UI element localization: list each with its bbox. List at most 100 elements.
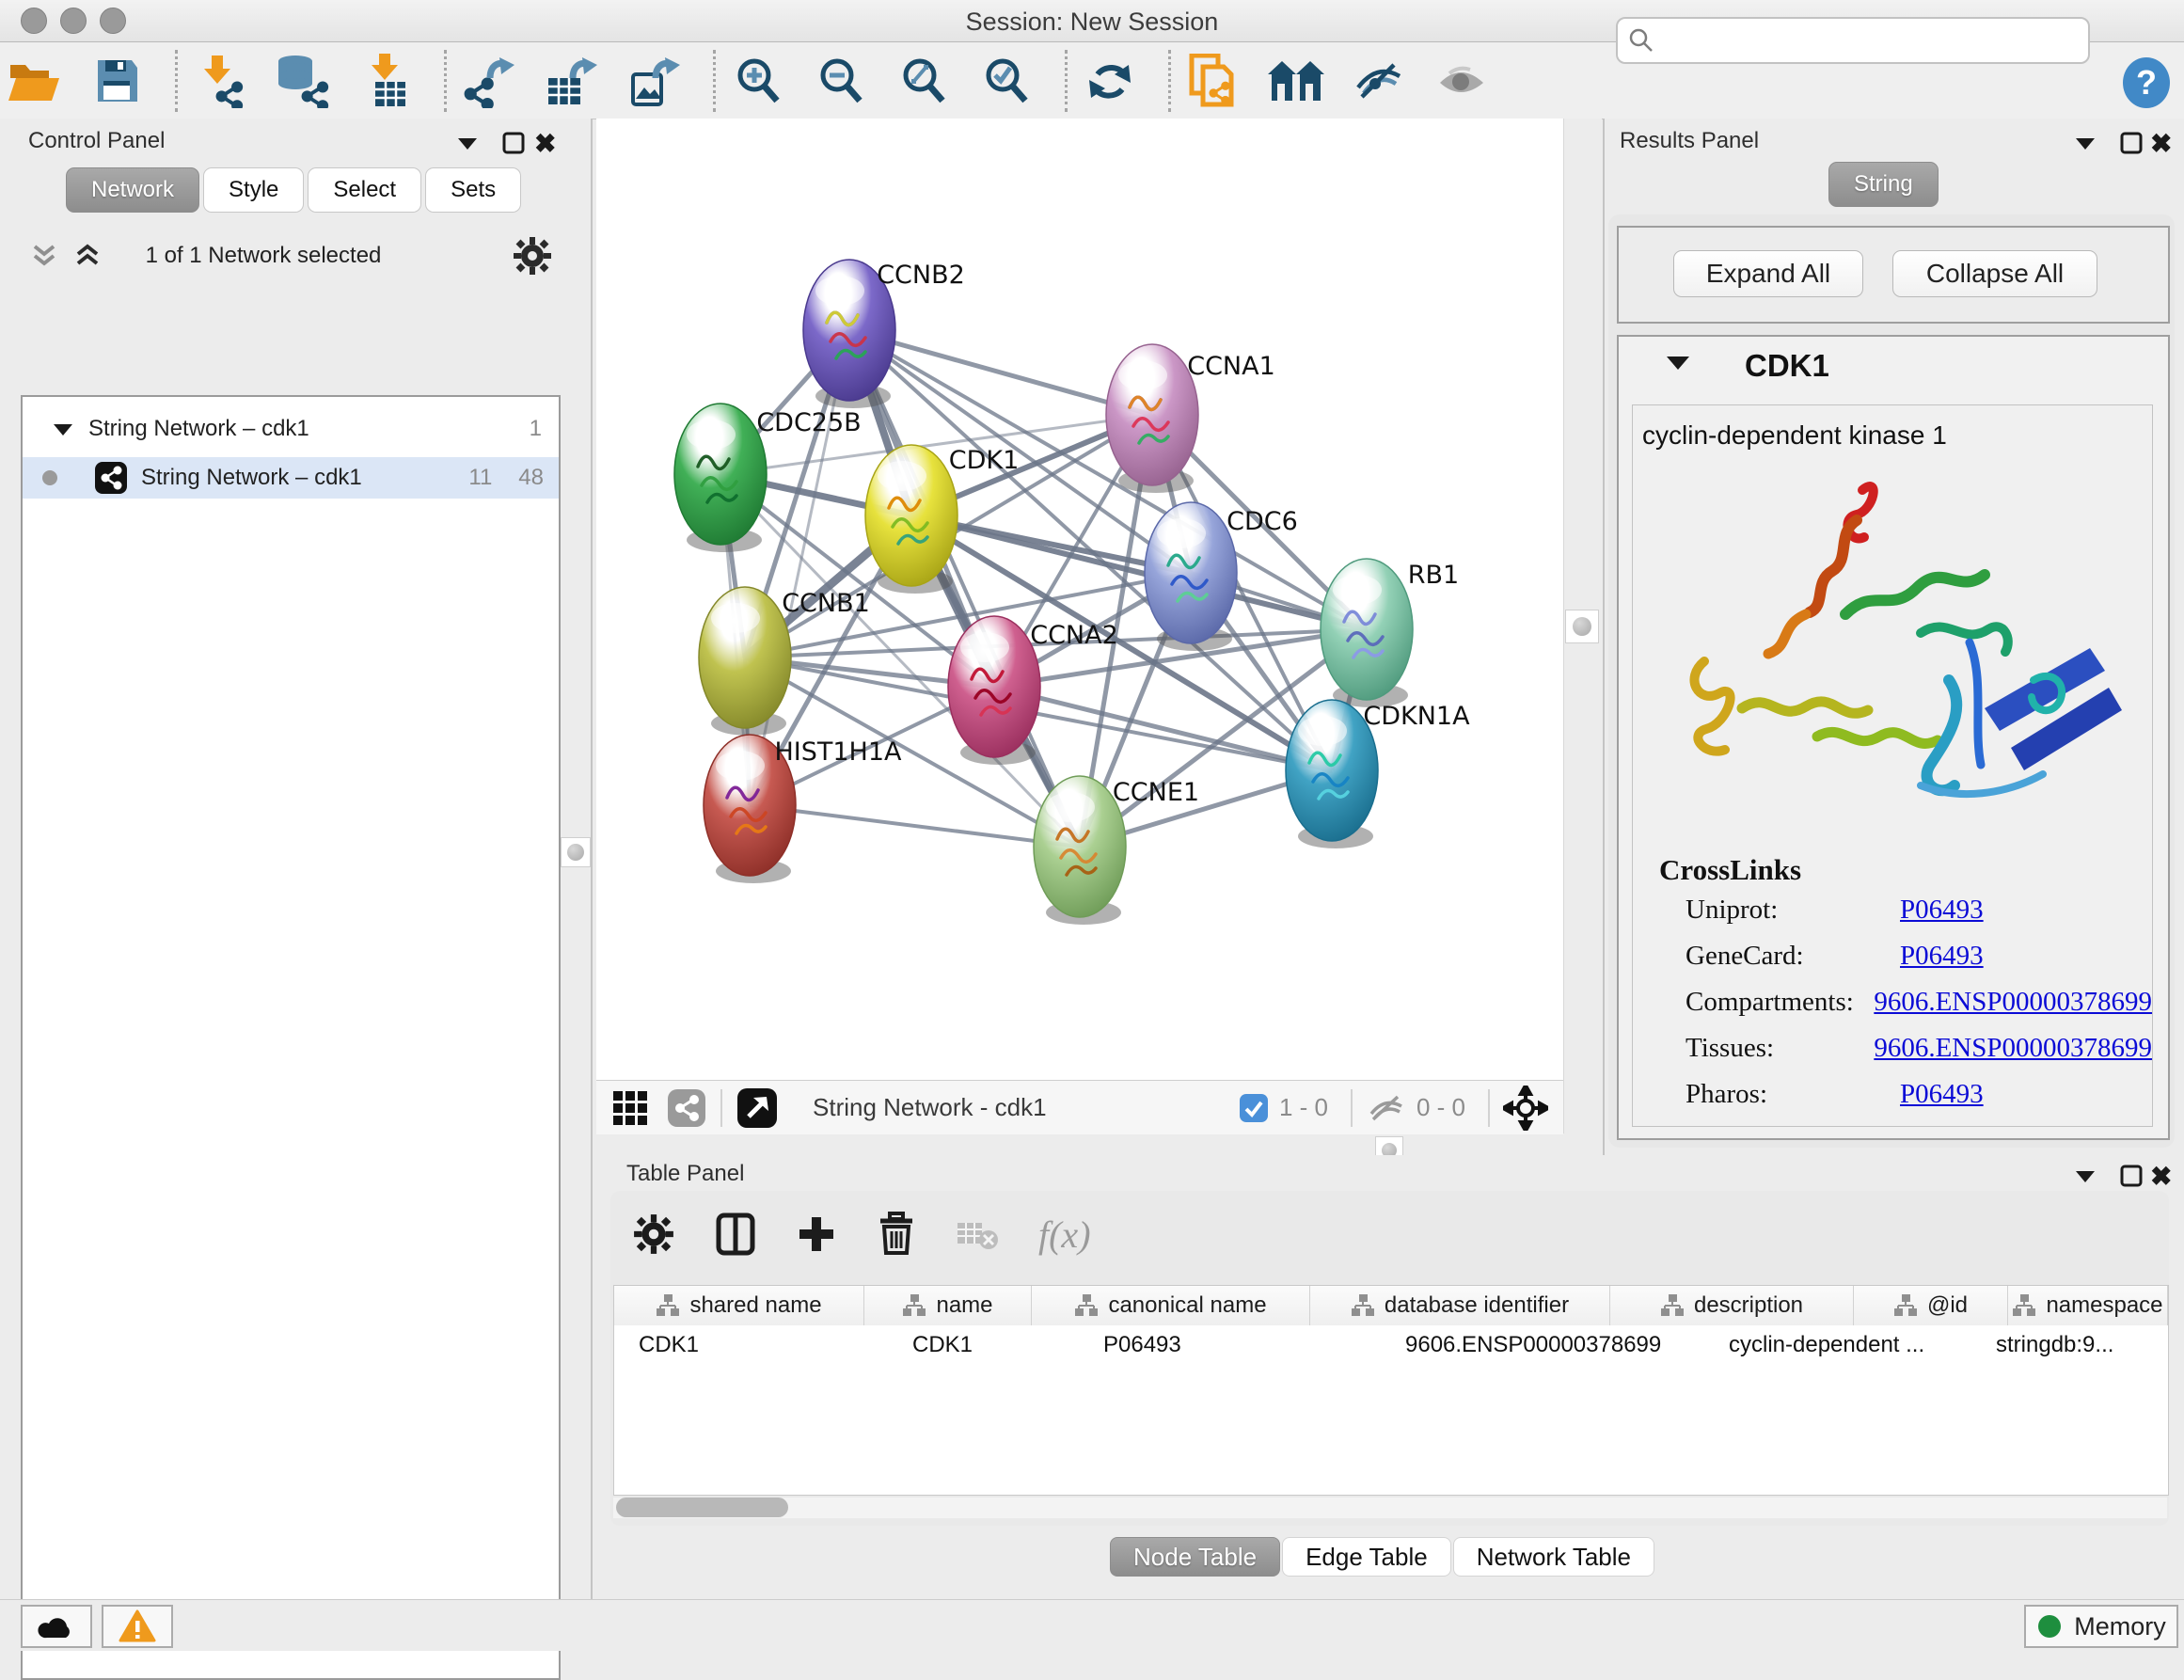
table-panel-title: Table Panel [626,1161,744,1187]
save-session-icon [92,56,141,105]
node-CDC25B[interactable]: CDC25B [674,404,862,552]
zoom-in-button[interactable] [730,54,786,108]
protein-card-expander-icon[interactable] [1663,350,1693,374]
save-session-button[interactable] [88,54,145,108]
new-network-from-selection-button[interactable] [1185,54,1242,108]
tab-network-table[interactable]: Network Table [1453,1537,1654,1577]
import-table-from-file-button[interactable] [357,54,414,108]
table-panel-close-icon[interactable]: ✖ [2150,1161,2172,1192]
table-cell[interactable]: stringdb [2149,1325,2169,1365]
table-cell[interactable]: CDK1 [888,1325,1079,1365]
search-box[interactable] [1616,17,2090,64]
import-network-from-database-button[interactable] [275,54,331,108]
export-image-button[interactable] [626,54,683,108]
tab-node-table[interactable]: Node Table [1110,1537,1280,1577]
right-splitter-handle[interactable] [1565,610,1599,643]
table-cell[interactable]: stringdb:9... [1971,1325,2149,1365]
show-columns-icon[interactable] [715,1212,756,1257]
edge-CCNB2-CCNE1[interactable] [849,330,1080,847]
table-cell[interactable]: CDK1 [614,1325,888,1365]
tab-sets[interactable]: Sets [425,167,521,213]
node-CDKN1A[interactable]: CDKN1A [1286,700,1470,848]
crosslink-link[interactable]: P06493 [1900,895,1984,926]
hide-selected-button[interactable] [1351,54,1407,108]
left-splitter-handle[interactable] [561,837,591,867]
table-cell[interactable]: cyclin-dependent ... [1704,1325,1971,1365]
control-panel-close-icon[interactable]: ✖ [534,128,556,159]
table-row[interactable]: CDK1CDK1P064939606.ENSP00000378699cyclin… [614,1325,2168,1365]
table-panel-float-icon[interactable] [2118,1163,2144,1189]
column-header-description[interactable]: description [1610,1286,1854,1325]
tab-string[interactable]: String [1828,162,1939,207]
node-HIST1H1A[interactable]: HIST1H1A [704,735,902,883]
grid-view-icon[interactable] [609,1087,651,1129]
edge-HIST1H1A-CCNE1[interactable] [750,805,1080,847]
memory-button[interactable]: Memory [2024,1605,2178,1648]
open-session-button[interactable] [6,54,62,108]
table-scrollbar-thumb[interactable] [616,1498,788,1517]
hidden-eye-icon[interactable] [1366,1091,1407,1125]
results-panel-collapse-icon[interactable] [2071,132,2099,154]
add-column-icon[interactable] [796,1213,837,1255]
expand-all-button[interactable]: Expand All [1673,250,1863,297]
zoom-fit-button[interactable] [895,54,952,108]
warnings-button[interactable] [102,1605,173,1648]
node-RB1[interactable]: RB1 [1321,559,1459,707]
table-settings-gear-icon[interactable] [632,1212,675,1256]
column-header-name[interactable]: name [864,1286,1032,1325]
detach-view-icon[interactable] [736,1086,779,1130]
column-header--id[interactable]: @id [1854,1286,2008,1325]
table-horizontal-scrollbar[interactable] [613,1498,2167,1518]
crosslink-link[interactable]: P06493 [1900,1079,1984,1110]
network-options-gear-icon[interactable] [512,235,553,277]
results-panel-close-icon[interactable]: ✖ [2150,128,2172,159]
network-canvas[interactable]: CCNB2 CCNA1 CDC25B CDK1 CDC6 RB1 CCNB1 C… [596,119,1563,1080]
node-CCNE1[interactable]: CCNE1 [1034,776,1199,925]
show-all-hidden-button[interactable] [1433,54,1490,108]
results-panel-float-icon[interactable] [2118,130,2144,156]
export-table-button[interactable] [544,54,600,108]
crosslink-link[interactable]: P06493 [1900,941,1984,972]
table-cell[interactable]: P06493 [1079,1325,1381,1365]
network-view-badge-icon[interactable] [666,1087,707,1129]
delete-table-icon[interactable] [956,1217,999,1251]
cloud-button[interactable] [21,1605,92,1648]
crosslink-link[interactable]: 9606.ENSP00000378699 [1874,1033,2152,1064]
selected-checkbox-icon[interactable] [1238,1092,1270,1124]
node-CCNA1[interactable]: CCNA1 [1106,344,1275,493]
table-panel-collapse-icon[interactable] [2071,1165,2099,1187]
help-button[interactable]: ? [2120,56,2173,109]
function-builder-fx[interactable]: f(x) [1038,1212,1091,1257]
node-table[interactable]: shared namenamecanonical namedatabase id… [613,1285,2169,1496]
network-collection-row[interactable]: String Network – cdk1 1 [23,397,559,450]
table-cell[interactable]: 9606.ENSP00000378699 [1381,1325,1704,1365]
tree-expander-icon[interactable] [51,420,75,438]
fit-selected-crosshair-icon[interactable] [1503,1086,1548,1131]
import-network-from-file-button[interactable] [192,54,248,108]
tab-style[interactable]: Style [203,167,304,213]
network-row-selected[interactable]: String Network – cdk1 11 48 [23,457,559,499]
control-panel-float-icon[interactable] [500,130,527,156]
tab-select[interactable]: Select [308,167,421,213]
column-header-shared-name[interactable]: shared name [614,1286,864,1325]
column-header-database-identifier[interactable]: database identifier [1310,1286,1610,1325]
network-view-toolbar: String Network - cdk1 1 - 0 0 - 0 [596,1080,1563,1134]
column-header-namespace[interactable]: namespace [2008,1286,2168,1325]
crosslink-link[interactable]: 9606.ENSP00000378699 [1874,987,2152,1018]
column-header-canonical-name[interactable]: canonical name [1032,1286,1310,1325]
first-neighbors-button[interactable] [1268,54,1324,108]
network-graph[interactable]: CCNB2 CCNA1 CDC25B CDK1 CDC6 RB1 CCNB1 C… [596,119,1563,1080]
export-image-icon [627,54,682,108]
zoom-out-button[interactable] [813,54,869,108]
zoom-selected-button[interactable] [978,54,1035,108]
search-input[interactable] [1665,26,2088,55]
control-panel-collapse-icon[interactable] [453,132,482,154]
node-CCNB2[interactable]: CCNB2 [803,260,965,408]
export-network-button[interactable] [461,54,517,108]
delete-column-trash-icon[interactable] [877,1212,916,1257]
tab-network[interactable]: Network [66,167,199,213]
refresh-view-button[interactable] [1082,54,1138,108]
collapse-all-button[interactable]: Collapse All [1892,250,2097,297]
tab-edge-table[interactable]: Edge Table [1282,1537,1451,1577]
crosslink-row: GeneCard: P06493 [1685,941,2152,972]
